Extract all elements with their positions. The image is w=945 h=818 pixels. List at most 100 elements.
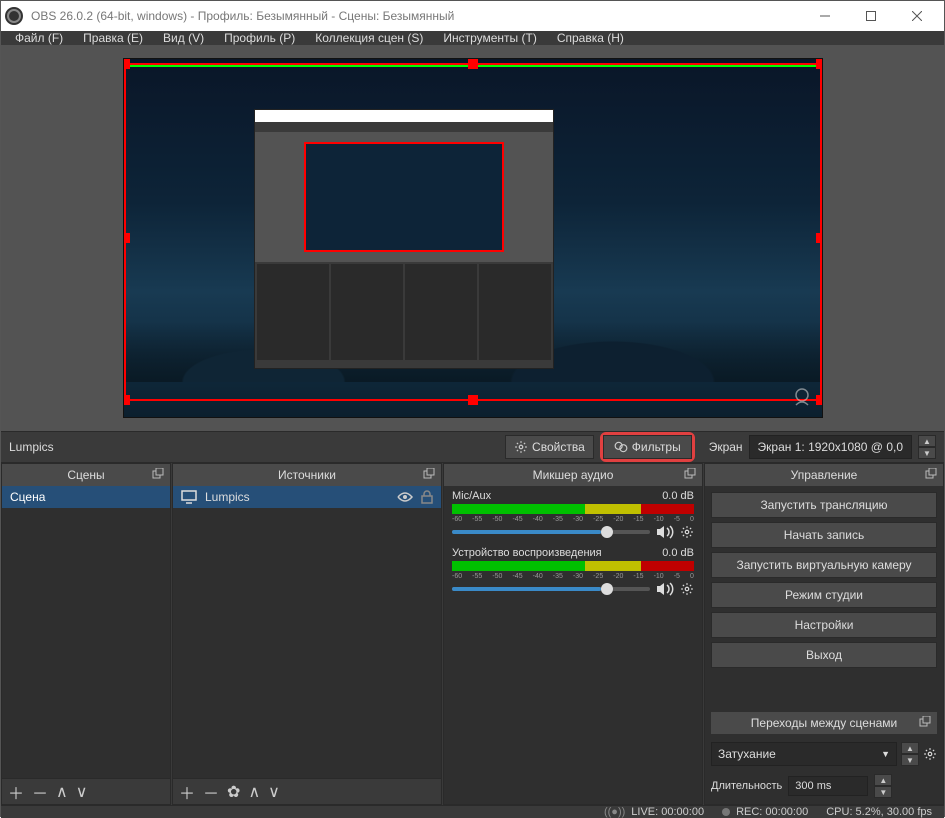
channel-level: 0.0 dB [662, 547, 694, 559]
menu-tools[interactable]: Инструменты (T) [433, 31, 546, 45]
remove-scene-button[interactable]: － [32, 780, 48, 804]
rec-time: REC: 00:00:00 [736, 806, 808, 818]
resize-handle-br[interactable] [816, 395, 823, 405]
record-dot-icon [722, 808, 730, 816]
start-virtualcam-button[interactable]: Запустить виртуальную камеру [711, 552, 937, 578]
move-source-up-button[interactable]: ∧ [248, 782, 260, 802]
controls-body: Запустить трансляцию Начать запись Запус… [705, 486, 943, 804]
sources-footer: ＋ － ✿ ∧ ∨ [173, 778, 441, 804]
popout-icon[interactable] [152, 468, 166, 482]
add-scene-button[interactable]: ＋ [8, 780, 24, 804]
add-source-button[interactable]: ＋ [179, 780, 195, 804]
selected-source-name: Lumpics [9, 440, 54, 454]
obs-logo-icon [5, 7, 23, 25]
transition-spin-up[interactable]: ▲ [901, 742, 919, 754]
controls-dock: Управление Запустить трансляцию Начать з… [704, 463, 944, 805]
menu-file[interactable]: Файл (F) [5, 31, 73, 45]
properties-button[interactable]: Свойства [505, 435, 594, 459]
transition-selected-label: Затухание [718, 747, 776, 761]
menu-view[interactable]: Вид (V) [153, 31, 214, 45]
sources-list[interactable]: Lumpics [173, 486, 441, 778]
resize-handle-tc[interactable] [468, 59, 478, 69]
move-scene-up-button[interactable]: ∧ [56, 782, 68, 802]
screen-spin-up[interactable]: ▲ [918, 435, 936, 447]
speaker-icon[interactable] [656, 582, 674, 596]
visibility-toggle[interactable] [397, 491, 413, 503]
studio-mode-button[interactable]: Режим студии [711, 582, 937, 608]
transition-spin-down[interactable]: ▼ [901, 754, 919, 766]
transition-settings-icon[interactable] [923, 747, 937, 761]
filters-highlight: Фильтры [600, 432, 695, 462]
mixer-body: Mic/Aux 0.0 dB -60-55-50-45-40-35-30-25-… [444, 486, 702, 804]
selection-border[interactable] [124, 63, 822, 401]
popout-icon[interactable] [423, 468, 437, 482]
scenes-list[interactable]: Сцена [2, 486, 170, 778]
mixer-header: Микшер аудио [444, 464, 702, 486]
source-item[interactable]: Lumpics [173, 486, 441, 508]
resize-handle-mr[interactable] [816, 233, 823, 243]
start-recording-button[interactable]: Начать запись [711, 522, 937, 548]
vu-meter [452, 504, 694, 514]
statusbar: ((●)) LIVE: 00:00:00 REC: 00:00:00 CPU: … [1, 805, 944, 818]
duration-label: Длительность [711, 780, 782, 792]
gear-icon [514, 440, 528, 454]
screen-value-field[interactable]: Экран 1: 1920x1080 @ 0,0 [749, 435, 912, 459]
screen-spin-down[interactable]: ▼ [918, 447, 936, 459]
minimize-button[interactable] [802, 1, 848, 31]
source-toolbar: Lumpics Свойства Фильтры Экран Экран 1: … [1, 431, 944, 463]
preview-area[interactable] [1, 45, 944, 431]
watermark-icon [790, 385, 814, 409]
menu-scene-collection[interactable]: Коллекция сцен (S) [305, 31, 433, 45]
resize-handle-ml[interactable] [123, 233, 130, 243]
resize-handle-bl[interactable] [123, 395, 130, 405]
menu-profile[interactable]: Профиль (P) [214, 31, 305, 45]
broadcast-icon: ((●)) [604, 806, 625, 818]
chevron-down-icon: ▼ [881, 749, 890, 759]
speaker-icon[interactable] [656, 525, 674, 539]
titlebar: OBS 26.0.2 (64-bit, windows) - Профиль: … [1, 1, 944, 31]
properties-label: Свойства [532, 440, 585, 454]
volume-slider[interactable] [452, 587, 650, 591]
vu-meter [452, 561, 694, 571]
resize-handle-tl[interactable] [123, 59, 130, 69]
transition-select[interactable]: Затухание ▼ [711, 742, 897, 766]
popout-icon[interactable] [684, 468, 698, 482]
channel-settings-icon[interactable] [680, 582, 694, 596]
scene-item-label: Сцена [10, 490, 45, 504]
menu-edit[interactable]: Правка (E) [73, 31, 153, 45]
status-rec: REC: 00:00:00 [722, 806, 808, 818]
close-button[interactable] [894, 1, 940, 31]
scenes-header: Сцены [2, 464, 170, 486]
menubar: Файл (F) Правка (E) Вид (V) Профиль (P) … [1, 31, 944, 45]
volume-slider[interactable] [452, 530, 650, 534]
scenes-dock: Сцены Сцена ＋ － ∧ ∨ [1, 463, 171, 805]
exit-button[interactable]: Выход [711, 642, 937, 668]
mixer-channel-desktop: Устройство воспроизведения 0.0 dB -60-55… [444, 543, 702, 600]
resize-handle-tr[interactable] [816, 59, 823, 69]
remove-source-button[interactable]: － [203, 780, 219, 804]
resize-handle-bc[interactable] [468, 395, 478, 405]
duration-spin-up[interactable]: ▲ [874, 774, 892, 786]
sources-title: Источники [278, 468, 336, 482]
scene-item[interactable]: Сцена [2, 486, 170, 508]
mixer-title: Микшер аудио [533, 468, 614, 482]
start-streaming-button[interactable]: Запустить трансляцию [711, 492, 937, 518]
screen-selector: Экран Экран 1: 1920x1080 @ 0,0 ▲ ▼ [709, 435, 936, 459]
popout-icon[interactable] [925, 468, 939, 482]
source-item-label: Lumpics [205, 490, 250, 504]
duration-spin-down[interactable]: ▼ [874, 786, 892, 798]
live-time: LIVE: 00:00:00 [631, 806, 704, 818]
channel-settings-icon[interactable] [680, 525, 694, 539]
source-properties-button[interactable]: ✿ [227, 782, 240, 802]
duration-field[interactable]: 300 ms [788, 776, 868, 796]
lock-toggle[interactable] [421, 490, 433, 504]
move-source-down-button[interactable]: ∨ [268, 782, 280, 802]
move-scene-down-button[interactable]: ∨ [76, 782, 88, 802]
popout-icon[interactable] [919, 716, 933, 730]
status-cpu: CPU: 5.2%, 30.00 fps [826, 806, 932, 818]
preview-canvas[interactable] [123, 58, 823, 418]
filters-button[interactable]: Фильтры [603, 435, 692, 459]
maximize-button[interactable] [848, 1, 894, 31]
menu-help[interactable]: Справка (H) [547, 31, 634, 45]
settings-button[interactable]: Настройки [711, 612, 937, 638]
